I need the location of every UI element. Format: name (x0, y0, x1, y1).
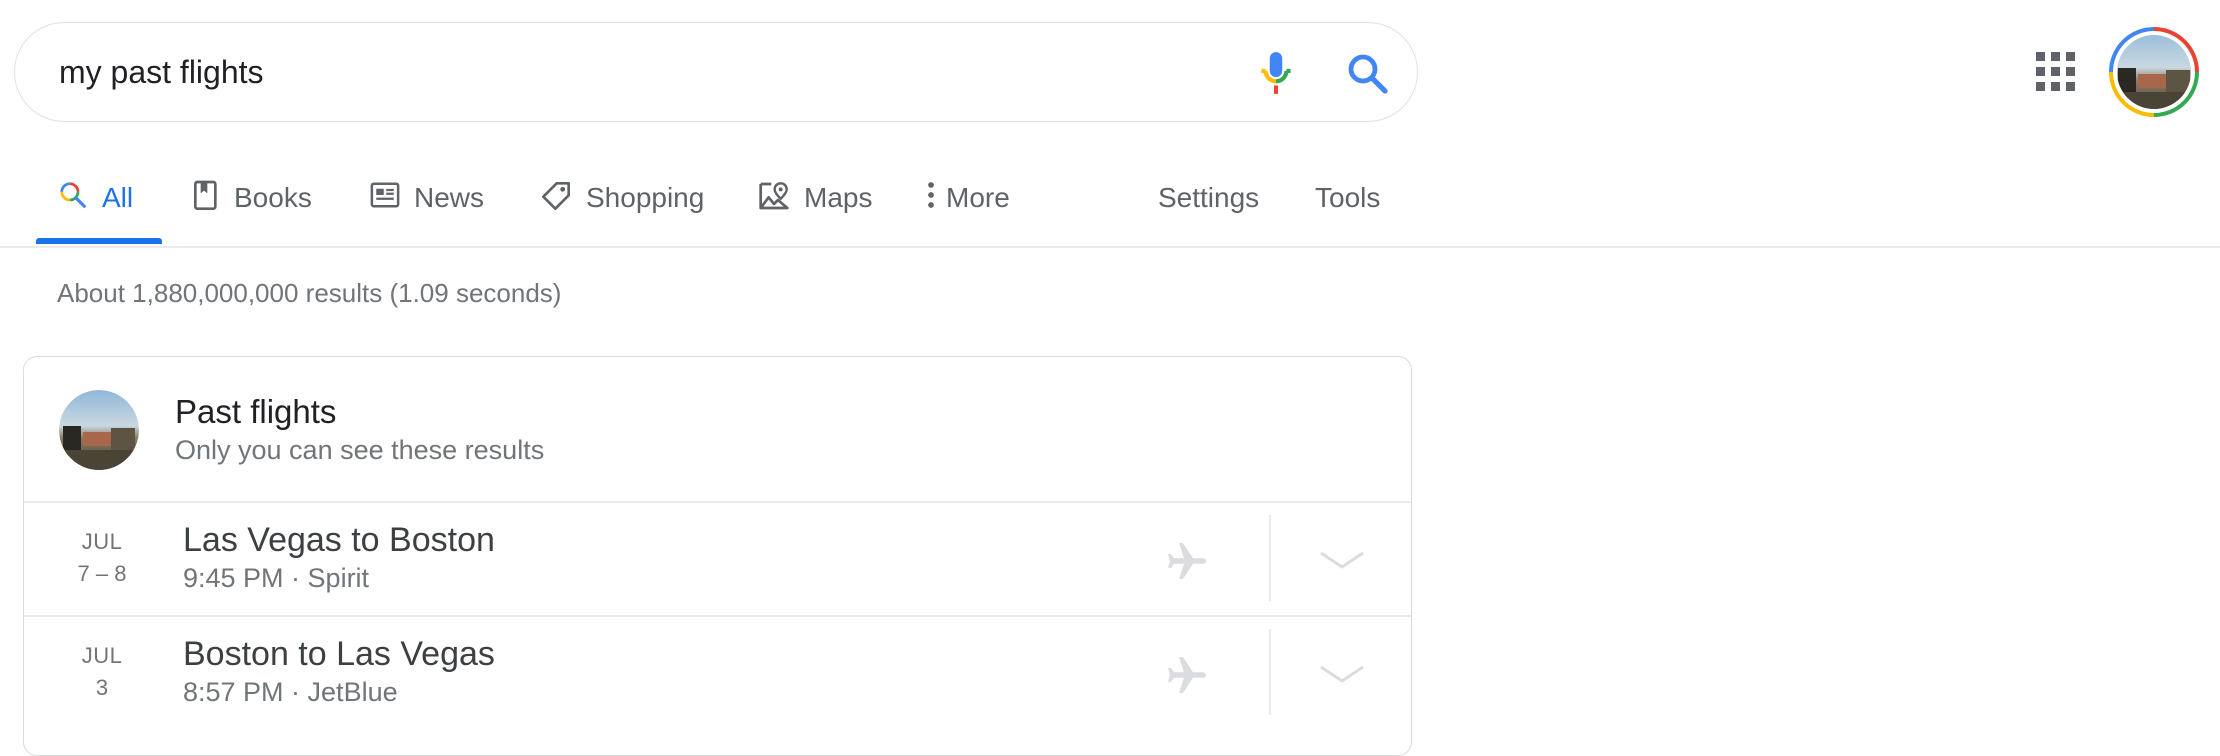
account-avatar[interactable] (2108, 26, 2200, 118)
map-pin-icon (758, 160, 790, 212)
card-avatar (59, 390, 139, 470)
chevron-down-icon[interactable] (1318, 663, 1366, 687)
tab-settings[interactable]: Settings (1158, 160, 1259, 246)
tag-icon (540, 160, 572, 212)
vertical-dots-icon (926, 160, 936, 210)
result-stats: About 1,880,000,000 results (1.09 second… (57, 278, 562, 308)
flight-month: JUL (81, 529, 123, 554)
tab-shopping[interactable]: Shopping (540, 160, 704, 246)
tab-shopping-label: Shopping (586, 182, 705, 213)
tabs-divider (0, 246, 2220, 248)
tab-books-label: Books (234, 182, 312, 213)
tab-tools[interactable]: Tools (1315, 160, 1380, 246)
card-title: Past flights (175, 393, 337, 430)
bookmark-icon (192, 160, 220, 212)
row-separator (1269, 629, 1271, 715)
tab-all[interactable]: All (58, 160, 133, 246)
tab-news[interactable]: News (370, 160, 484, 246)
tab-settings-label: Settings (1158, 182, 1260, 213)
flight-row[interactable]: JUL 7 – 8 Las Vegas to Boston 9:45 PM · … (24, 503, 1411, 615)
flight-row[interactable]: JUL 3 Boston to Las Vegas 8:57 PM · JetB… (24, 617, 1411, 729)
flight-detail: 8:57 PM · JetBlue (183, 677, 398, 707)
tab-all-label: All (102, 182, 134, 213)
active-tab-indicator (36, 238, 162, 244)
search-box[interactable] (14, 22, 1418, 122)
microphone-icon[interactable] (1251, 47, 1301, 99)
search-input[interactable] (59, 49, 1209, 95)
flight-days: 7 – 8 (77, 561, 127, 586)
airplane-icon (1168, 657, 1206, 693)
newspaper-icon (370, 160, 400, 210)
search-icon[interactable] (1343, 49, 1391, 97)
card-subtitle: Only you can see these results (175, 435, 545, 465)
tab-maps[interactable]: Maps (758, 160, 872, 246)
airplane-icon (1168, 543, 1206, 579)
search-multicolor-icon (58, 160, 88, 210)
past-flights-card: Past flights Only you can see these resu… (23, 356, 1412, 756)
tab-books[interactable]: Books (192, 160, 312, 246)
tab-maps-label: Maps (804, 182, 873, 213)
tab-news-label: News (414, 182, 485, 213)
flight-month: JUL (81, 643, 123, 668)
flight-detail: 9:45 PM · Spirit (183, 563, 370, 593)
flight-days: 3 (95, 675, 109, 700)
flight-route: Boston to Las Vegas (183, 635, 495, 673)
tab-more[interactable]: More (926, 160, 1010, 246)
apps-grid-icon[interactable] (2036, 52, 2076, 92)
tab-more-label: More (946, 182, 1010, 213)
flight-route: Las Vegas to Boston (183, 521, 495, 559)
chevron-down-icon[interactable] (1318, 549, 1366, 573)
row-separator (1269, 515, 1271, 601)
tab-tools-label: Tools (1315, 182, 1381, 213)
